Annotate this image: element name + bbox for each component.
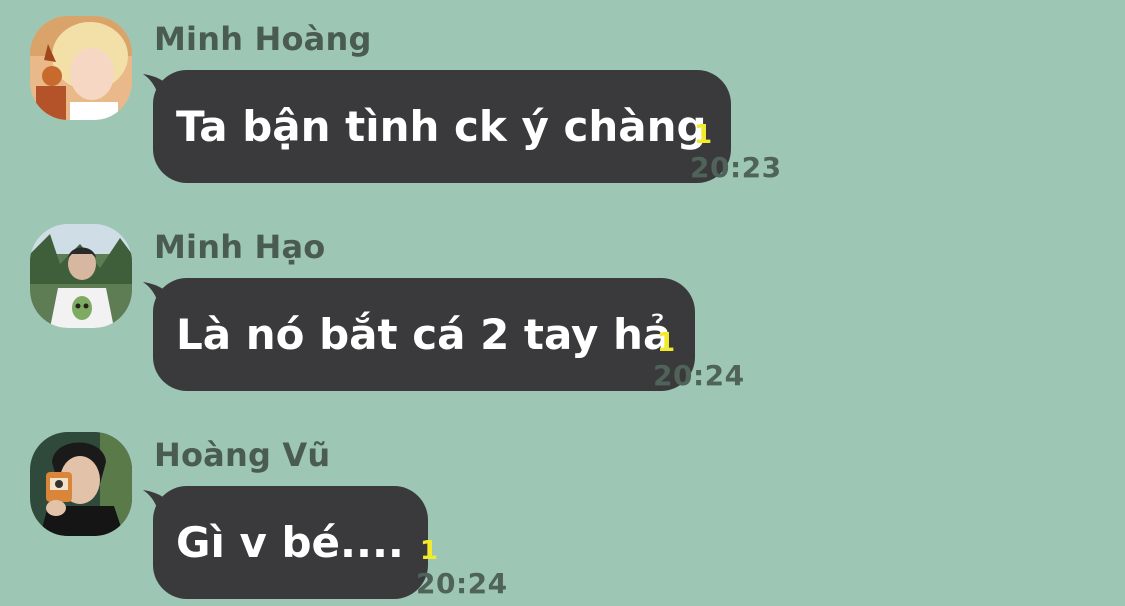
- sender-name: Minh Hạo: [154, 228, 326, 266]
- chat-message: Hoàng Vũ Gì v bé.... 1 20:24: [0, 416, 1125, 606]
- unread-count: 1: [420, 536, 439, 566]
- message-bubble[interactable]: Gì v bé....: [153, 486, 428, 599]
- avatar-person-alien-shirt-icon[interactable]: [30, 224, 132, 328]
- message-meta: 1 20:24: [416, 536, 508, 602]
- message-bubble[interactable]: Ta bận tình ck ý chàng: [153, 70, 731, 183]
- message-meta: 1 20:24: [653, 328, 745, 394]
- avatar-image: [30, 16, 132, 120]
- chat-message-list[interactable]: Minh Hoàng Ta bận tình ck ý chàng 1 20:2…: [0, 0, 1125, 603]
- sender-name: Hoàng Vũ: [154, 436, 331, 474]
- message-bubble[interactable]: Là nó bắt cá 2 tay hả: [153, 278, 696, 391]
- chat-message: Minh Hạo Là nó bắt cá 2 tay hả 1 20:24: [0, 208, 1125, 398]
- message-time: 20:24: [416, 567, 508, 600]
- message-meta: 1 20:23: [690, 120, 782, 186]
- message-time: 20:24: [653, 359, 745, 392]
- avatar-blonde-person-icon[interactable]: [30, 16, 132, 120]
- unread-count: 1: [657, 328, 676, 358]
- message-time: 20:23: [690, 151, 782, 184]
- avatar-image: [30, 432, 132, 536]
- avatar-person-camera-icon[interactable]: [30, 432, 132, 536]
- chat-message: Minh Hoàng Ta bận tình ck ý chàng 1 20:2…: [0, 0, 1125, 190]
- unread-count: 1: [694, 120, 713, 150]
- sender-name: Minh Hoàng: [154, 20, 372, 58]
- avatar-image: [30, 224, 132, 328]
